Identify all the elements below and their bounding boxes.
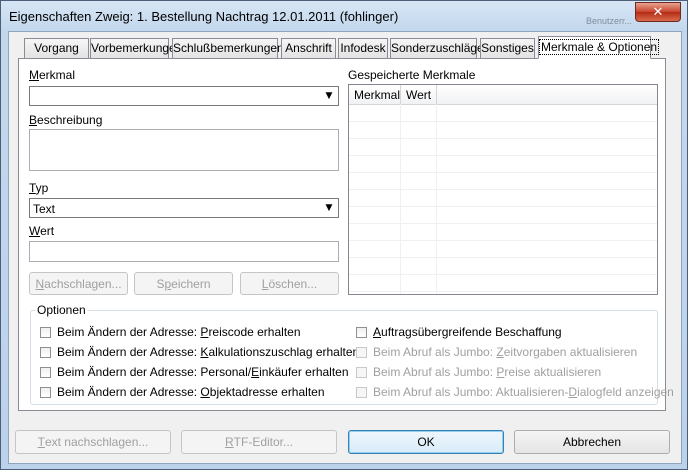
checkbox-icon[interactable] (40, 326, 51, 338)
tab-label: Schlußbemerkungen (173, 41, 284, 55)
grid-line (349, 206, 657, 207)
tab-label: Vorgang (34, 41, 79, 55)
grid-line (349, 189, 657, 190)
tab-schlußbemerkungen[interactable]: Schlußbemerkungen (172, 38, 284, 58)
loeschen-button[interactable]: Löschen... (240, 272, 339, 295)
grid-line (349, 274, 657, 275)
optionen-title: Optionen (35, 303, 88, 317)
typ-value: Text (33, 202, 56, 216)
checkbox-icon[interactable] (40, 346, 51, 358)
tab-label: Sonstiges (481, 41, 534, 55)
grid-line (436, 104, 437, 294)
abbrechen-button[interactable]: Abbrechen (514, 430, 670, 454)
tab-anschrift[interactable]: Anschrift (281, 38, 336, 58)
gespeicherte-merkmale-list[interactable]: Merkmal Wert (348, 84, 658, 295)
tab-vorbemerkungen[interactable]: Vorbemerkungen (90, 38, 182, 58)
checkbox-icon[interactable] (356, 346, 367, 358)
tab-sonstiges[interactable]: Sonstiges (480, 38, 535, 58)
text-nachschlagen-button[interactable]: Text nachschlagen... (15, 430, 171, 454)
grid-line (349, 240, 657, 241)
tab-label: Merkmale & Optionen (539, 39, 660, 55)
grid-line (349, 155, 657, 156)
rtf-editor-button[interactable]: R TF-Editor... (181, 430, 337, 454)
grid-line (349, 291, 657, 292)
option-checkbox-left-3[interactable]: Beim Ändern der Adresse: Personal/Einkäu… (40, 365, 349, 379)
tab-label: Sonderzuschläge (391, 41, 484, 55)
tab-merkmale-optionen[interactable]: Merkmale & Optionen (538, 36, 660, 59)
option-label: Beim Ändern der Adresse: Personal/Einkäu… (57, 365, 349, 379)
list-header: Merkmal Wert (349, 85, 657, 105)
tab-label: Vorbemerkungen (91, 41, 183, 55)
merkmal-label: Merkmal (29, 68, 76, 82)
gespeicherte-merkmale-label: Gespeicherte Merkmale (348, 68, 476, 82)
grid-line (400, 104, 401, 294)
tab-vorgang[interactable]: Vorgang (24, 38, 89, 58)
option-checkbox-right-3[interactable]: Beim Abruf als Jumbo: Preise aktualisier… (356, 365, 601, 379)
typ-combobox[interactable]: Text ▼ (29, 198, 339, 218)
background-window-text: Benutzerr... (586, 16, 633, 26)
option-label: Beim Abruf als Jumbo: Zeitvorgaben aktua… (373, 345, 638, 359)
close-icon: ✕ (652, 4, 664, 20)
grid-line (349, 138, 657, 139)
chevron-down-icon[interactable]: ▼ (321, 88, 337, 104)
close-button[interactable]: ✕ (635, 2, 681, 22)
option-checkbox-left-2[interactable]: Beim Ändern der Adresse: Kalkulationszus… (40, 345, 359, 359)
ok-button[interactable]: OK (348, 430, 504, 454)
tab-infodesk[interactable]: Infodesk (338, 38, 388, 58)
grid-line (349, 121, 657, 122)
checkbox-icon[interactable] (356, 386, 367, 398)
column-header-merkmal[interactable]: Merkmal (349, 85, 401, 104)
option-label: Beim Ändern der Adresse: Preiscode erhal… (57, 325, 301, 339)
wert-label: Wert (29, 224, 55, 238)
checkbox-icon[interactable] (356, 326, 367, 338)
option-checkbox-right-2[interactable]: Beim Abruf als Jumbo: Zeitvorgaben aktua… (356, 345, 637, 359)
merkmal-combobox[interactable]: ▼ (29, 86, 339, 106)
chevron-down-icon[interactable]: ▼ (321, 200, 337, 216)
tab-label: Anschrift (285, 41, 332, 55)
typ-label: Typ (29, 181, 49, 195)
nachschlagen-button[interactable]: Nachschlagen... (29, 272, 128, 295)
option-checkbox-right-4[interactable]: Beim Abruf als Jumbo: Aktualisieren-Dial… (356, 385, 674, 399)
checkbox-icon[interactable] (40, 366, 51, 378)
window-title: Eigenschaften Zweig: 1. Bestellung Nacht… (9, 9, 399, 24)
speichern-button[interactable]: Sp eichern (134, 272, 233, 295)
option-checkbox-right-1[interactable]: Auftragsübergreifende Beschaffung (356, 325, 562, 339)
beschreibung-label: Beschreibung (29, 113, 103, 127)
tab-sonderzuschläge[interactable]: Sonderzuschläge (390, 38, 484, 58)
grid-line (349, 172, 657, 173)
option-label: Beim Abruf als Jumbo: Preise aktualisier… (373, 365, 602, 379)
checkbox-icon[interactable] (356, 366, 367, 378)
grid-line (349, 223, 657, 224)
option-label: Auftragsübergreifende Beschaffung (373, 325, 562, 339)
grid-line (349, 257, 657, 258)
column-header-wert[interactable]: Wert (401, 85, 437, 104)
wert-input[interactable] (29, 241, 339, 262)
option-label: Beim Abruf als Jumbo: Aktualisieren-Dial… (373, 385, 674, 399)
option-checkbox-left-1[interactable]: Beim Ändern der Adresse: Preiscode erhal… (40, 325, 301, 339)
option-checkbox-left-4[interactable]: Beim Ändern der Adresse: Objektadresse e… (40, 385, 325, 399)
title-bar[interactable]: Eigenschaften Zweig: 1. Bestellung Nacht… (1, 1, 687, 31)
checkbox-icon[interactable] (40, 386, 51, 398)
beschreibung-textarea[interactable] (29, 129, 339, 171)
option-label: Beim Ändern der Adresse: Objektadresse e… (57, 385, 325, 399)
option-label: Beim Ändern der Adresse: Kalkulationszus… (57, 345, 360, 359)
tab-label: Infodesk (340, 41, 386, 55)
